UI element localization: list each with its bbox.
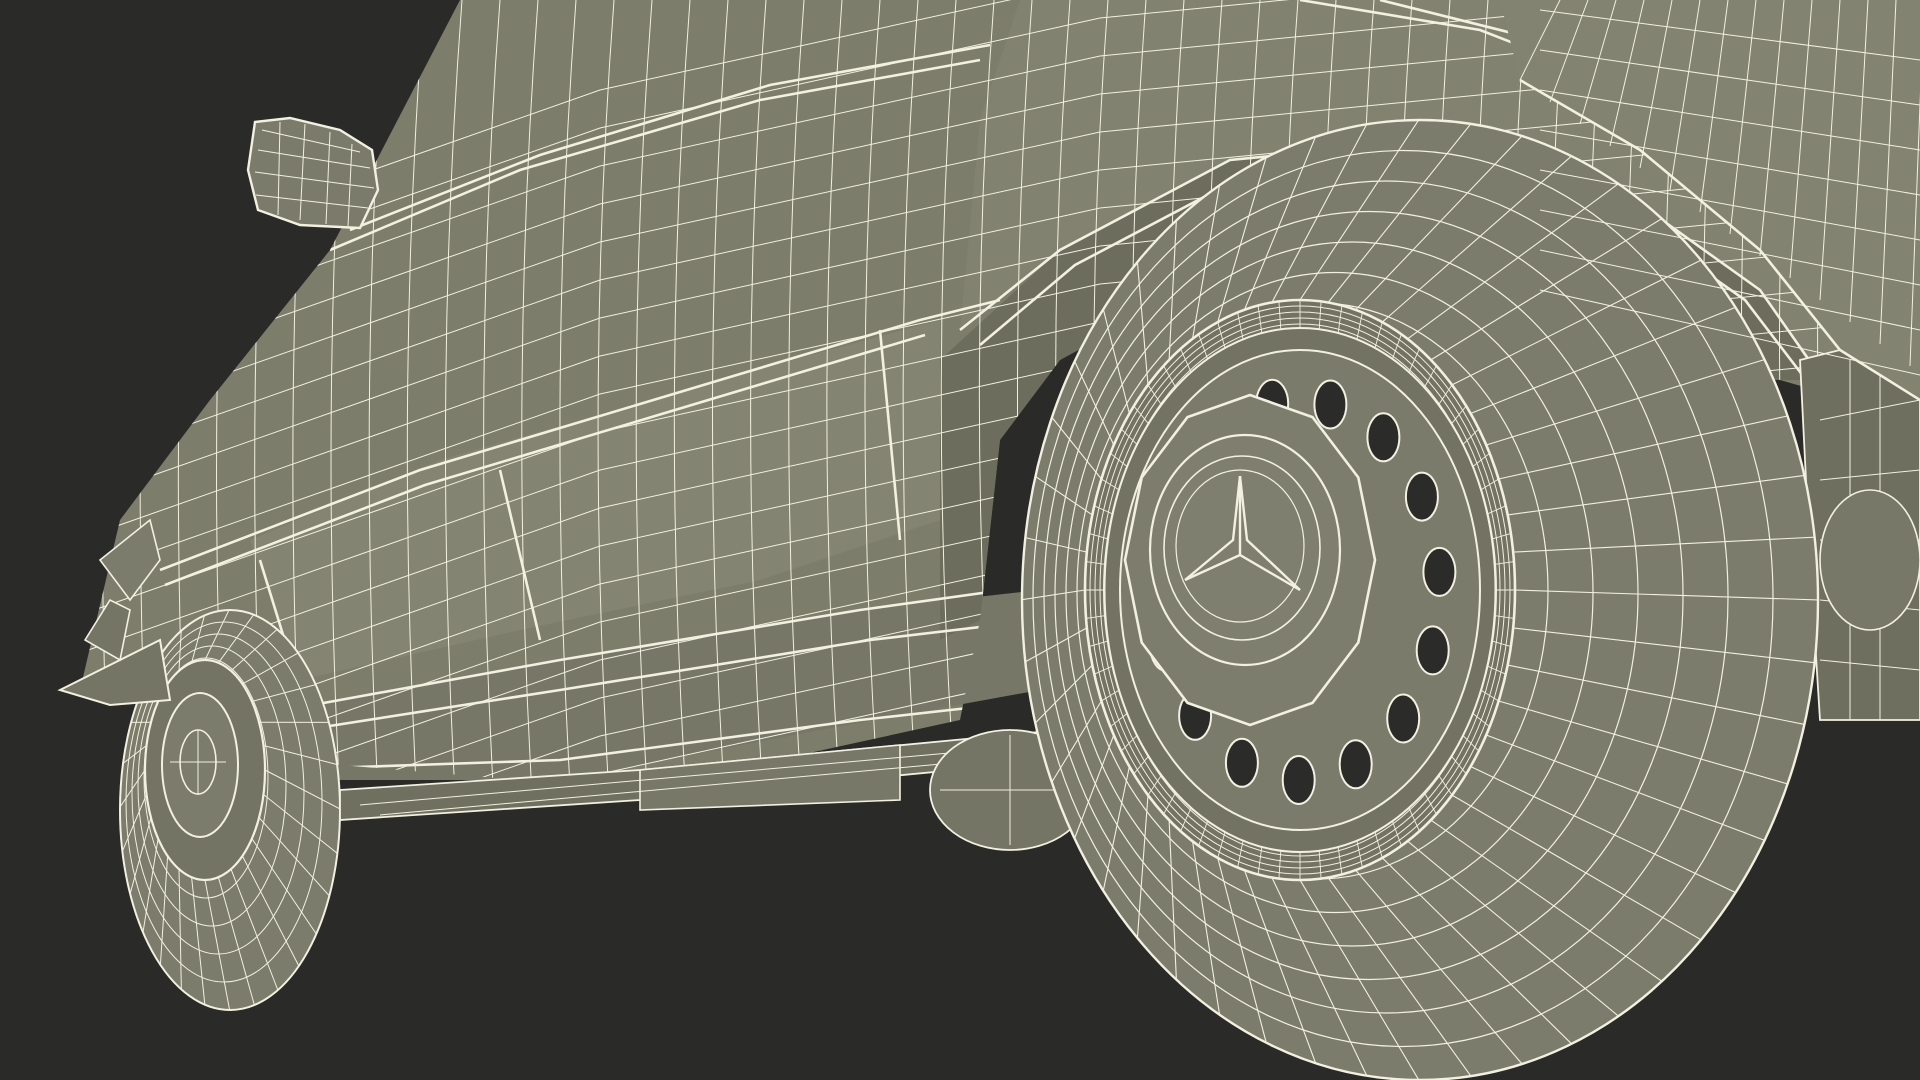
render-viewport: [0, 0, 1920, 1080]
rear-wheel: [1020, 118, 1820, 1080]
vent-hole: [1422, 546, 1457, 597]
vent-hole: [1281, 755, 1316, 805]
vent-hole: [1313, 379, 1348, 430]
vent-hole: [1404, 471, 1439, 522]
side-mirror: [246, 116, 380, 230]
vent-hole: [1338, 739, 1373, 790]
wireframe-car-render: [57, 0, 1920, 1080]
vent-hole: [1224, 737, 1259, 788]
vent-hole: [1386, 693, 1421, 744]
vent-hole: [1366, 412, 1401, 463]
vent-hole: [1415, 625, 1450, 676]
